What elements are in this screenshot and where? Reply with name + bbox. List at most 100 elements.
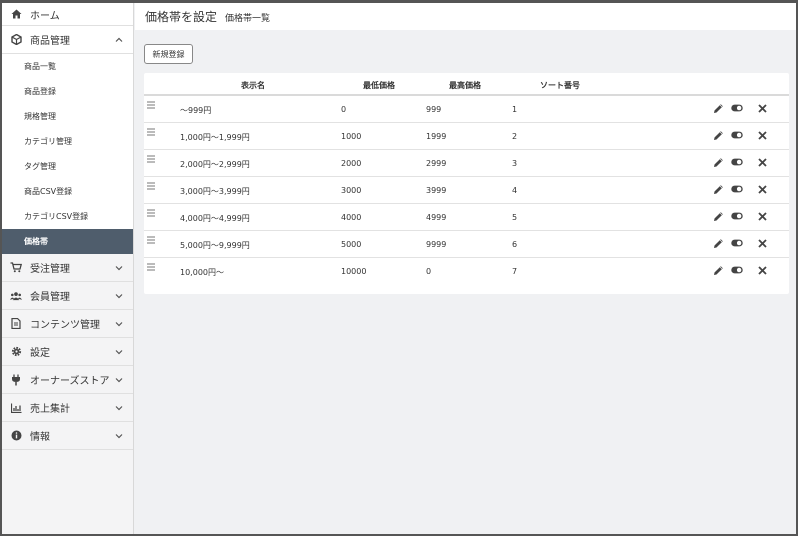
chevron-down-icon	[115, 405, 123, 410]
edit-pencil-icon[interactable]	[712, 210, 724, 222]
delete-x-icon[interactable]	[756, 156, 768, 168]
nav-sales-label: 売上集計	[30, 404, 70, 415]
page-title: 価格帯を設定	[145, 10, 218, 24]
cell-sort-number: 4	[512, 186, 518, 195]
nav-order-management[interactable]: 受注管理	[2, 254, 133, 282]
drag-handle-icon[interactable]	[147, 155, 155, 163]
cell-sort-number: 5	[512, 213, 518, 222]
cell-sort-number: 7	[512, 267, 518, 276]
delete-x-icon[interactable]	[756, 102, 768, 114]
nav-owners-store[interactable]: オーナーズストア	[2, 366, 133, 394]
table-row: 1,000円～1,999円 1000 1999 2	[144, 123, 789, 150]
gear-icon	[10, 346, 22, 358]
cell-name: 10,000円～	[180, 268, 224, 277]
cell-max-price: 3999	[426, 186, 447, 195]
table-row: ～999円 0 999 1	[144, 96, 789, 123]
cell-min-price: 4000	[341, 213, 362, 222]
chevron-down-icon	[115, 293, 123, 298]
users-icon	[10, 290, 22, 302]
chart-icon	[10, 402, 22, 414]
drag-handle-icon[interactable]	[147, 236, 155, 244]
nav-product-management-label: 商品管理	[30, 36, 70, 47]
nav-member-management[interactable]: 会員管理	[2, 282, 133, 310]
cell-min-price: 0	[341, 105, 347, 114]
chevron-up-icon	[115, 37, 123, 42]
sub-item-tag-management[interactable]: タグ管理	[2, 154, 133, 179]
nav-home[interactable]: ホーム	[2, 3, 133, 26]
cell-min-price: 1000	[341, 132, 362, 141]
cell-max-price: 4999	[426, 213, 447, 222]
nav-content-label: コンテンツ管理	[30, 320, 100, 331]
delete-x-icon[interactable]	[756, 264, 768, 276]
toggle-icon[interactable]	[731, 156, 743, 168]
nav-settings-label: 設定	[30, 348, 50, 359]
nav-order-label: 受注管理	[30, 264, 70, 275]
cell-name: 4,000円～4,999円	[180, 214, 250, 223]
drag-handle-icon[interactable]	[147, 101, 155, 109]
cell-max-price: 1999	[426, 132, 447, 141]
nav-info[interactable]: 情報	[2, 422, 133, 450]
file-icon	[10, 318, 22, 330]
drag-handle-icon[interactable]	[147, 209, 155, 217]
sub-item-category-csv[interactable]: カテゴリCSV登録	[2, 204, 133, 229]
toggle-icon[interactable]	[731, 264, 743, 276]
delete-x-icon[interactable]	[756, 183, 768, 195]
price-range-table: 表示名 最低価格 最高価格 ソート番号 ～999円 0 999 1 1,000円～1,9…	[144, 73, 789, 294]
sub-item-product-list[interactable]: 商品一覧	[2, 54, 133, 79]
sidebar: ホーム 商品管理 商品一覧 商品登録 規格管理 カテゴリ管理 タグ管理 商品CS…	[2, 3, 134, 534]
nav-member-label: 会員管理	[30, 292, 70, 303]
table-row: 4,000円～4,999円 4000 4999 5	[144, 204, 789, 231]
edit-pencil-icon[interactable]	[712, 264, 724, 276]
nav-product-management[interactable]: 商品管理	[2, 26, 133, 54]
sub-item-product-csv[interactable]: 商品CSV登録	[2, 179, 133, 204]
table-row: 3,000円～3,999円 3000 3999 4	[144, 177, 789, 204]
chevron-down-icon	[115, 433, 123, 438]
cell-sort-number: 1	[512, 105, 518, 114]
nav-settings[interactable]: 設定	[2, 338, 133, 366]
toggle-icon[interactable]	[731, 210, 743, 222]
cell-max-price: 999	[426, 105, 442, 114]
toggle-icon[interactable]	[731, 129, 743, 141]
edit-pencil-icon[interactable]	[712, 237, 724, 249]
new-register-button[interactable]: 新規登録	[144, 44, 193, 64]
cell-sort-number: 6	[512, 240, 518, 249]
table-body: ～999円 0 999 1 1,000円～1,999円 1000 1999 2 2,000円～2…	[144, 96, 789, 285]
cart-icon	[10, 262, 22, 274]
edit-pencil-icon[interactable]	[712, 156, 724, 168]
column-header-max: 最高価格	[449, 81, 481, 90]
cell-sort-number: 2	[512, 132, 518, 141]
cell-name: 5,000円～9,999円	[180, 241, 250, 250]
toggle-icon[interactable]	[731, 183, 743, 195]
nav-sales-report[interactable]: 売上集計	[2, 394, 133, 422]
drag-handle-icon[interactable]	[147, 263, 155, 271]
cell-min-price: 2000	[341, 159, 362, 168]
sub-item-spec-management[interactable]: 規格管理	[2, 104, 133, 129]
edit-pencil-icon[interactable]	[712, 102, 724, 114]
sub-item-category-management[interactable]: カテゴリ管理	[2, 129, 133, 154]
cell-max-price: 2999	[426, 159, 447, 168]
chevron-down-icon	[115, 265, 123, 270]
nav-owners-label: オーナーズストア	[30, 376, 110, 387]
table-row: 2,000円～2,999円 2000 2999 3	[144, 150, 789, 177]
nav-content-management[interactable]: コンテンツ管理	[2, 310, 133, 338]
cube-icon	[10, 34, 22, 46]
delete-x-icon[interactable]	[756, 129, 768, 141]
drag-handle-icon[interactable]	[147, 182, 155, 190]
delete-x-icon[interactable]	[756, 237, 768, 249]
toggle-icon[interactable]	[731, 102, 743, 114]
home-icon	[10, 8, 22, 20]
chevron-down-icon	[115, 321, 123, 326]
cell-min-price: 10000	[341, 267, 367, 276]
cell-max-price: 0	[426, 267, 432, 276]
sub-item-price-range[interactable]: 価格帯	[2, 229, 133, 254]
toggle-icon[interactable]	[731, 237, 743, 249]
edit-pencil-icon[interactable]	[712, 183, 724, 195]
info-icon	[10, 430, 22, 442]
cell-min-price: 3000	[341, 186, 362, 195]
table-row: 5,000円～9,999円 5000 9999 6	[144, 231, 789, 258]
cell-max-price: 9999	[426, 240, 447, 249]
drag-handle-icon[interactable]	[147, 128, 155, 136]
edit-pencil-icon[interactable]	[712, 129, 724, 141]
delete-x-icon[interactable]	[756, 210, 768, 222]
sub-item-product-register[interactable]: 商品登録	[2, 79, 133, 104]
